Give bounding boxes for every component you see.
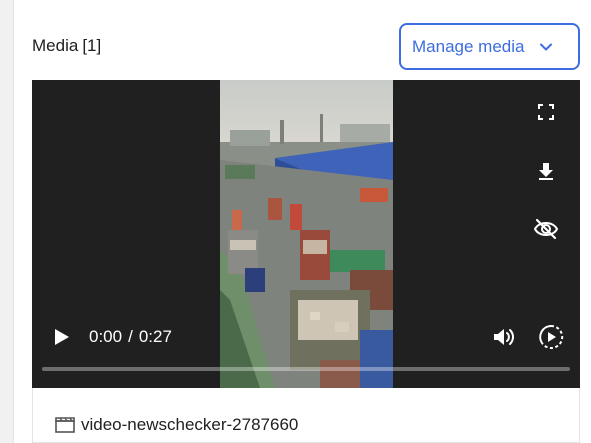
- file-info: video-newschecker-2787660: [32, 388, 580, 443]
- media-title-label: Media: [32, 36, 79, 55]
- volume-icon[interactable]: [492, 325, 516, 349]
- video-frame-image: [220, 80, 393, 388]
- fullscreen-icon[interactable]: [538, 104, 554, 120]
- media-section-title: Media [1]: [32, 35, 101, 57]
- clapperboard-icon: [55, 417, 75, 433]
- manage-media-label: Manage media: [412, 36, 525, 56]
- media-count: [1]: [82, 36, 102, 55]
- download-icon[interactable]: [537, 162, 555, 180]
- chevron-down-icon: [540, 43, 553, 50]
- video-frame[interactable]: [220, 80, 393, 388]
- file-row: video-newschecker-2787660: [55, 415, 298, 435]
- eye-off-icon[interactable]: [534, 218, 558, 240]
- progress-bar[interactable]: [42, 367, 570, 371]
- play-icon[interactable]: [54, 328, 70, 346]
- duration: 0:27: [138, 327, 172, 346]
- manage-media-button[interactable]: Manage media: [399, 23, 580, 70]
- current-time: 0:00: [89, 327, 123, 346]
- time-separator: /: [128, 327, 133, 346]
- file-name: video-newschecker-2787660: [81, 415, 299, 434]
- time-display: 0:00 / 0:27: [89, 327, 172, 347]
- video-player[interactable]: 0:00 / 0:27: [32, 80, 580, 388]
- playback-speed-icon[interactable]: [538, 324, 564, 350]
